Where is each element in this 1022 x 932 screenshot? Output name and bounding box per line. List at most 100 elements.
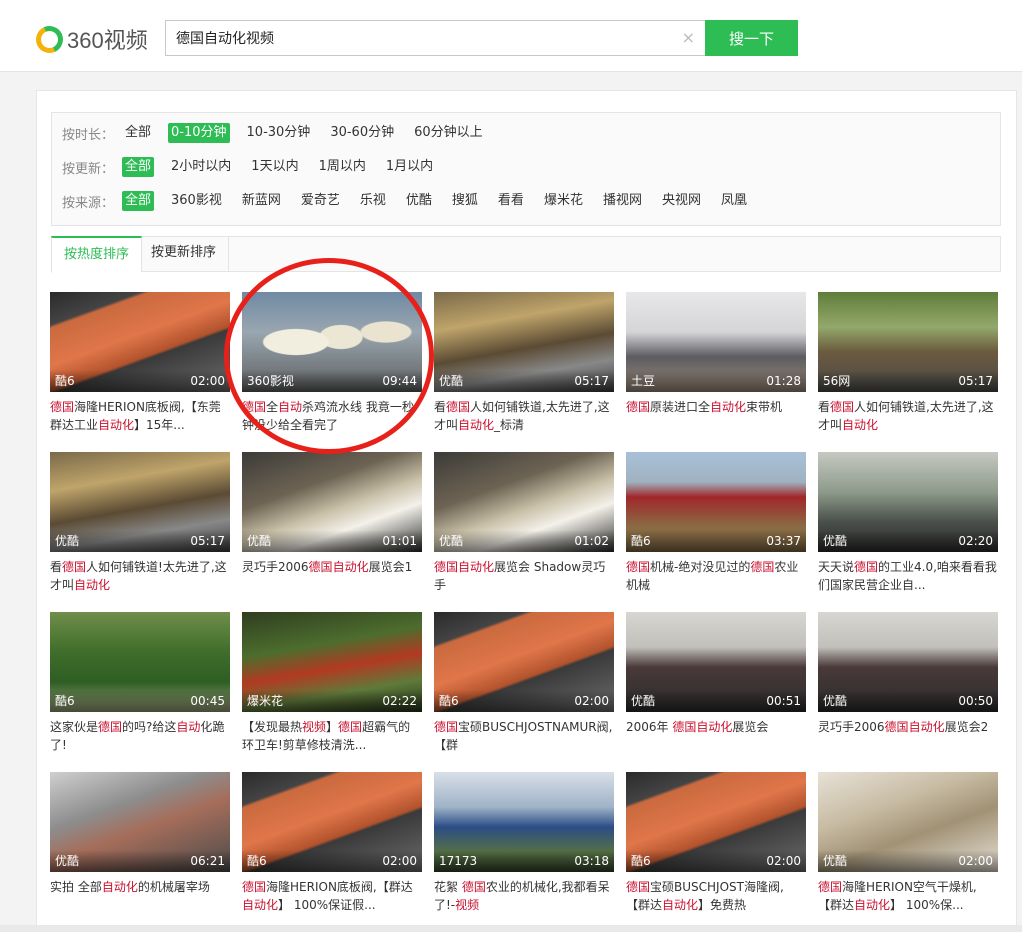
search-input[interactable] — [166, 21, 666, 55]
video-card[interactable]: 优酷 00:50 灵巧手2006德国自动化展览会2 — [818, 612, 998, 754]
video-source: 酷6 — [55, 694, 75, 708]
video-title[interactable]: 看德国人如何铺铁道!太先进了,这才叫自动化 — [50, 558, 230, 594]
filter-option[interactable]: 1周以内 — [316, 157, 369, 177]
video-title[interactable]: 天天说德国的工业4.0,咱来看看我们国家民营企业自... — [818, 558, 998, 594]
video-thumbnail[interactable]: 酷6 03:37 — [626, 452, 806, 552]
video-thumbnail[interactable]: 优酷 00:51 — [626, 612, 806, 712]
filter-option[interactable]: 30-60分钟 — [327, 123, 397, 143]
video-title[interactable]: 这家伙是德国的吗?给这自动化跪了! — [50, 718, 230, 754]
video-card[interactable]: 360影视 09:44 德国全自动杀鸡流水线 我竟一秒钟没少给全看完了 — [242, 292, 422, 434]
video-title[interactable]: 花絮 德国农业的机械化,我都看呆了!-视频 — [434, 878, 614, 914]
video-thumbnail[interactable]: 优酷 00:50 — [818, 612, 998, 712]
video-card[interactable]: 56网 05:17 看德国人如何铺铁道,太先进了,这才叫自动化 — [818, 292, 998, 434]
video-title[interactable]: 实拍 全部自动化的机械屠宰场 — [50, 878, 230, 914]
filter-option[interactable]: 1天以内 — [248, 157, 301, 177]
filter-option[interactable]: 全部 — [122, 191, 155, 211]
video-title[interactable]: 德国全自动杀鸡流水线 我竟一秒钟没少给全看完了 — [242, 398, 422, 434]
video-title[interactable]: 德国宝硕BUSCHJOST海隆阀,【群达自动化】免费热 — [626, 878, 806, 914]
title-text: 机械-绝对没见过的 — [650, 560, 751, 574]
filter-option[interactable]: 凤凰 — [718, 191, 750, 211]
video-thumbnail[interactable]: 优酷 05:17 — [50, 452, 230, 552]
video-thumbnail[interactable]: 酷6 00:45 — [50, 612, 230, 712]
horizontal-scrollbar[interactable] — [0, 925, 1022, 932]
video-thumbnail[interactable]: 优酷 05:17 — [434, 292, 614, 392]
video-card[interactable]: 优酷 06:21 实拍 全部自动化的机械屠宰场 — [50, 772, 230, 914]
tab-sort-new[interactable]: 按更新排序 — [139, 236, 230, 272]
filter-option[interactable]: 看看 — [495, 191, 527, 211]
title-keyword: 德国 — [854, 560, 879, 574]
filter-option[interactable]: 2小时以内 — [168, 157, 234, 177]
filter-option[interactable]: 优酷 — [403, 191, 435, 211]
video-card[interactable]: 酷6 03:37 德国机械-绝对没见过的德国农业机械 — [626, 452, 806, 594]
filter-option[interactable]: 爆米花 — [541, 191, 586, 211]
video-card[interactable]: 优酷 02:00 德国海隆HERION空气干燥机,【群达自动化】 100%保... — [818, 772, 998, 914]
video-thumbnail[interactable]: 爆米花 02:22 — [242, 612, 422, 712]
video-title[interactable]: 德国自动化展览会 Shadow灵巧手 — [434, 558, 614, 594]
video-title[interactable]: 德国海隆HERION底板阀,【东莞群达工业自动化】15年... — [50, 398, 230, 434]
video-card[interactable]: 酷6 02:00 德国海隆HERION底板阀,【群达自动化】 100%保证假... — [242, 772, 422, 914]
video-thumbnail[interactable]: 优酷 02:00 — [818, 772, 998, 872]
video-title[interactable]: 【发现最热视频】德国超霸气的环卫车!剪草修枝清洗... — [242, 718, 422, 754]
tab-sort-hot[interactable]: 按热度排序 — [51, 236, 143, 273]
filter-option[interactable]: 360影视 — [168, 191, 225, 211]
video-title[interactable]: 灵巧手2006德国自动化展览会2 — [818, 718, 998, 754]
video-card[interactable]: 优酷 01:01 灵巧手2006德国自动化展览会1 — [242, 452, 422, 594]
video-card[interactable]: 酷6 02:00 德国宝硕BUSCHJOST海隆阀,【群达自动化】免费热 — [626, 772, 806, 914]
filter-option[interactable]: 全部 — [122, 123, 154, 143]
filter-option[interactable]: 乐视 — [357, 191, 389, 211]
video-thumbnail[interactable]: 优酷 06:21 — [50, 772, 230, 872]
filter-option[interactable]: 搜狐 — [449, 191, 481, 211]
video-card[interactable]: 优酷 02:20 天天说德国的工业4.0,咱来看看我们国家民营企业自... — [818, 452, 998, 594]
video-title[interactable]: 德国海隆HERION空气干燥机,【群达自动化】 100%保... — [818, 878, 998, 914]
video-thumbnail[interactable]: 优酷 02:20 — [818, 452, 998, 552]
video-title[interactable]: 看德国人如何铺铁道,太先进了,这才叫自动化 — [818, 398, 998, 434]
filter-option[interactable]: 1月以内 — [383, 157, 436, 177]
video-thumbnail[interactable]: 优酷 01:02 — [434, 452, 614, 552]
filter-option[interactable]: 央视网 — [659, 191, 704, 211]
video-thumbnail[interactable]: 酷6 02:00 — [626, 772, 806, 872]
video-thumbnail[interactable]: 酷6 02:00 — [434, 612, 614, 712]
filter-option[interactable]: 10-30分钟 — [244, 123, 314, 143]
video-card[interactable]: 酷6 00:45 这家伙是德国的吗?给这自动化跪了! — [50, 612, 230, 754]
video-card[interactable]: 优酷 00:51 2006年 德国自动化展览会 — [626, 612, 806, 754]
search-button[interactable]: 搜一下 — [705, 20, 798, 56]
video-title[interactable]: 看德国人如何铺铁道,太先进了,这才叫自动化_标清 — [434, 398, 614, 434]
video-source: 酷6 — [631, 854, 651, 868]
title-keyword: 德国 — [830, 400, 855, 414]
video-card[interactable]: 爆米花 02:22 【发现最热视频】德国超霸气的环卫车!剪草修枝清洗... — [242, 612, 422, 754]
site-logo[interactable]: 360视频 — [32, 21, 148, 57]
video-thumbnail[interactable]: 优酷 01:01 — [242, 452, 422, 552]
video-thumbnail[interactable]: 土豆 01:28 — [626, 292, 806, 392]
video-thumbnail[interactable]: 酷6 02:00 — [50, 292, 230, 392]
filter-option[interactable]: 0-10分钟 — [168, 123, 230, 143]
filter-option[interactable]: 60分钟以上 — [411, 123, 486, 143]
title-keyword: 德国 — [242, 880, 267, 894]
title-keyword: 自动化 — [458, 418, 495, 432]
video-thumbnail[interactable]: 360影视 09:44 — [242, 292, 422, 392]
video-card[interactable]: 土豆 01:28 德国原装进口全自动化束带机 — [626, 292, 806, 434]
filter-option[interactable]: 新蓝网 — [239, 191, 284, 211]
video-card[interactable]: 酷6 02:00 德国宝硕BUSCHJOSTNAMUR阀,【群 — [434, 612, 614, 754]
video-title[interactable]: 2006年 德国自动化展览会 — [626, 718, 806, 754]
video-duration: 05:17 — [190, 534, 225, 548]
video-title[interactable]: 德国宝硕BUSCHJOSTNAMUR阀,【群 — [434, 718, 614, 754]
video-card[interactable]: 酷6 02:00 德国海隆HERION底板阀,【东莞群达工业自动化】15年... — [50, 292, 230, 434]
title-keyword: 德国 — [750, 560, 775, 574]
video-thumbnail[interactable]: 17173 03:18 — [434, 772, 614, 872]
filter-label: 按时长： — [62, 127, 115, 143]
video-card[interactable]: 优酷 01:02 德国自动化展览会 Shadow灵巧手 — [434, 452, 614, 594]
filter-option[interactable]: 播视网 — [600, 191, 645, 211]
filter-option[interactable]: 爱奇艺 — [298, 191, 343, 211]
video-title[interactable]: 德国原装进口全自动化束带机 — [626, 398, 806, 434]
video-thumbnail[interactable]: 56网 05:17 — [818, 292, 998, 392]
clear-icon[interactable]: × — [682, 28, 695, 48]
video-card[interactable]: 优酷 05:17 看德国人如何铺铁道!太先进了,这才叫自动化 — [50, 452, 230, 594]
video-card[interactable]: 优酷 05:17 看德国人如何铺铁道,太先进了,这才叫自动化_标清 — [434, 292, 614, 434]
video-title[interactable]: 灵巧手2006德国自动化展览会1 — [242, 558, 422, 594]
video-title[interactable]: 德国机械-绝对没见过的德国农业机械 — [626, 558, 806, 594]
filter-option[interactable]: 全部 — [122, 157, 155, 177]
video-title[interactable]: 德国海隆HERION底板阀,【群达自动化】 100%保证假... — [242, 878, 422, 914]
title-text: 展览会2 — [944, 720, 989, 734]
video-thumbnail[interactable]: 酷6 02:00 — [242, 772, 422, 872]
video-card[interactable]: 17173 03:18 花絮 德国农业的机械化,我都看呆了!-视频 — [434, 772, 614, 914]
